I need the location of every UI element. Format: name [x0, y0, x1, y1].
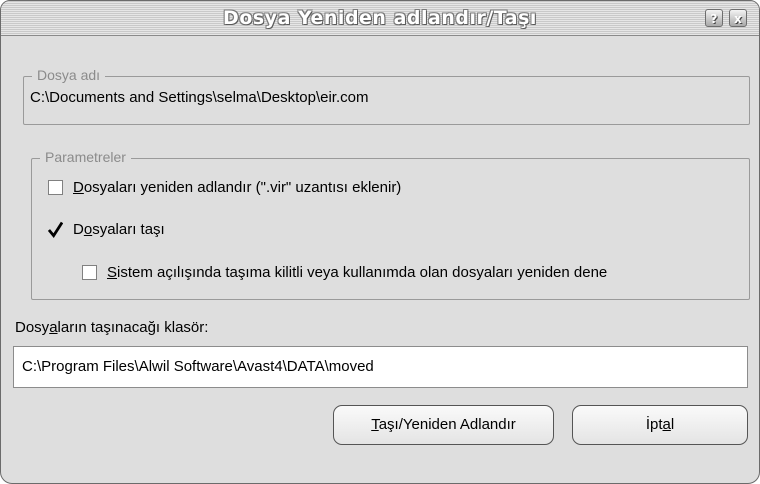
destination-folder-label: Dosyaların taşınacağı klasör: [15, 319, 209, 336]
rename-move-dialog: Dosya Yeniden adlandır/Taşı ? x Dosya ad… [0, 0, 760, 484]
move-option[interactable]: Dosyaları taşı [48, 221, 165, 238]
destination-folder-input[interactable]: C:\Program Files\Alwil Software\Avast4\D… [13, 346, 748, 388]
move-checkbox[interactable] [48, 221, 63, 238]
rename-option-label: Dosyaları yeniden adlandır (".vir" uzant… [73, 179, 402, 196]
checkmark-icon [48, 221, 63, 238]
title-bar[interactable]: Dosya Yeniden adlandır/Taşı ? x [1, 1, 759, 36]
help-button[interactable]: ? [705, 9, 723, 27]
rename-option[interactable]: Dosyaları yeniden adlandır (".vir" uzant… [48, 179, 401, 196]
close-button[interactable]: x [729, 9, 747, 27]
dialog-title: Dosya Yeniden adlandır/Taşı [223, 7, 537, 29]
file-name-group: Dosya adı C:\Documents and Settings\selm… [23, 67, 750, 125]
retry-on-boot-label: Sistem açılışında taşıma kilitli veya ku… [107, 264, 608, 281]
file-path-value: C:\Documents and Settings\selma\Desktop\… [30, 89, 369, 106]
file-name-legend: Dosya adı [32, 67, 106, 83]
retry-on-boot-checkbox[interactable] [82, 265, 97, 280]
cancel-button[interactable]: İptal [572, 405, 748, 445]
move-rename-button[interactable]: Taşı/Yeniden Adlandır [333, 405, 554, 445]
rename-checkbox[interactable] [48, 180, 63, 195]
parameters-legend: Parametreler [40, 149, 131, 165]
retry-on-boot-option[interactable]: Sistem açılışında taşıma kilitli veya ku… [82, 264, 607, 281]
move-option-label: Dosyaları taşı [73, 221, 165, 238]
